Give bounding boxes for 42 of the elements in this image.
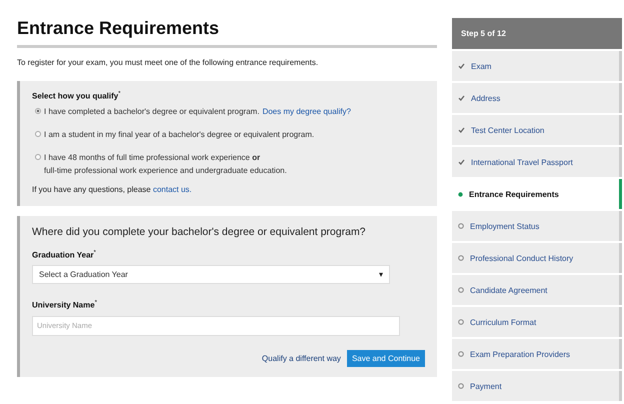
check-icon (458, 63, 465, 69)
radio-button[interactable] (35, 154, 41, 160)
check-icon (458, 95, 465, 101)
section-heading: Where did you complete your bachelor's degree or equivalent program? (32, 226, 367, 238)
degree-link[interactable]: Does my degree qualify? (262, 106, 351, 116)
qualify-different-link[interactable]: Qualify a different way (262, 354, 341, 363)
step-item[interactable]: Curriculum Format (452, 307, 622, 337)
step-item[interactable]: Test Center Location (452, 115, 622, 145)
radio-button[interactable] (35, 130, 41, 137)
contact-link[interactable]: contact us. (152, 184, 192, 194)
step-header: Step 5 of 12 (452, 18, 622, 49)
option-text: I have completed a bachelor's degree or equivalent program. (44, 106, 260, 116)
radio-button[interactable] (35, 108, 41, 114)
bullet-icon (458, 192, 463, 196)
circle-icon (458, 383, 464, 389)
graduation-year-dropdown[interactable]: Select a Graduation Year ▾ (32, 265, 390, 284)
circle-icon (458, 255, 464, 261)
circle-icon (458, 287, 464, 293)
field-label: Select how you qualify$^{*}$ (32, 91, 122, 101)
save-continue-button[interactable]: Save and Continue (346, 350, 425, 367)
field-label: University Name$^{*}$ (32, 300, 98, 310)
step-item[interactable]: Exam (452, 51, 622, 81)
circle-icon (458, 223, 464, 229)
step-item[interactable]: Address (452, 83, 622, 113)
step-item[interactable]: Candidate Agreement (452, 275, 622, 305)
circle-icon (458, 319, 464, 325)
field-label: Graduation Year$^{*}$ (32, 250, 97, 260)
circle-icon (458, 351, 464, 357)
check-icon (458, 127, 465, 133)
option-text: I have 48 months of full time professional work experience or (44, 152, 260, 162)
help-text: If you have any questions, please contact us. (32, 184, 193, 194)
step-item[interactable]: Exam Preparation Providers (452, 339, 622, 369)
intro-text: To register for your exam, you must meet one of the following entrance requirements. (17, 58, 320, 67)
caret-icon: ▾ (379, 270, 383, 280)
step-item[interactable]: Employment Status (452, 211, 622, 241)
option-text: I am a student in my final year of a bachelor's degree or equivalent program. (44, 130, 314, 139)
step-item[interactable]: Professional Conduct History (452, 243, 622, 273)
check-icon (458, 159, 465, 165)
step-item[interactable]: International Travel Passport (452, 147, 622, 177)
option-text: full-time professional work experience and undergraduate education. (44, 166, 287, 175)
step-item[interactable]: Payment (452, 371, 622, 401)
page-title: Entrance Requirements (17, 18, 437, 48)
